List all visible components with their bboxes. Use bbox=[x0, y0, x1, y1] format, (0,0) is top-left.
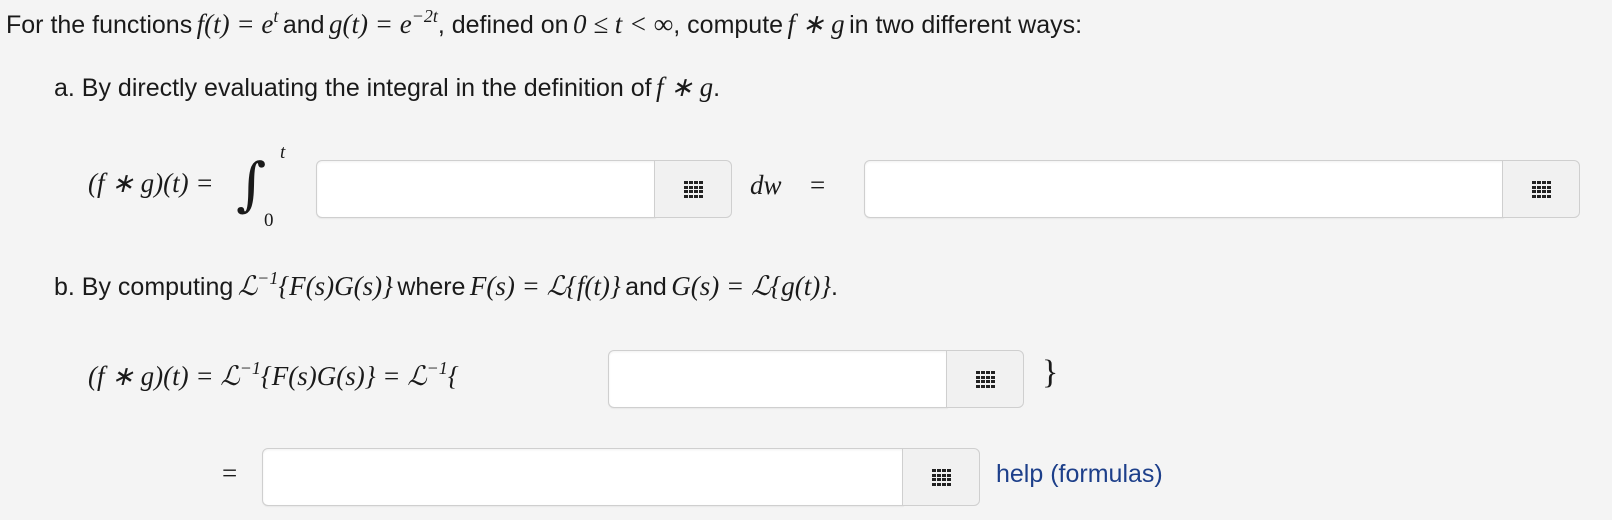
intro-tail: , compute bbox=[673, 11, 784, 39]
integral-result-palette-button[interactable] bbox=[1502, 160, 1580, 218]
close-brace: } bbox=[1042, 354, 1059, 391]
laplace-product-palette-button[interactable] bbox=[946, 350, 1024, 408]
part-b-text: b. By computing bbox=[54, 273, 234, 301]
dw-label: dw bbox=[750, 170, 782, 200]
intro-end: in two different ways: bbox=[849, 11, 1083, 39]
part-b-where: where bbox=[397, 273, 466, 301]
inverse-laplace-result-input[interactable] bbox=[262, 448, 904, 506]
domain-expression: 0 ≤ t < ∞ bbox=[572, 9, 674, 39]
part-b-inverse-laplace: ℒ−1{F(s)G(s)} bbox=[237, 268, 393, 301]
part-a-equals: = bbox=[810, 170, 826, 200]
laplace-product-input[interactable] bbox=[608, 350, 948, 408]
part-b-equals: = bbox=[222, 458, 238, 488]
part-a-lhs: (f ∗ g)(t) = bbox=[88, 168, 214, 198]
g-definition: g(t) = e−2t bbox=[329, 6, 438, 39]
intro-mid: , defined on bbox=[437, 11, 569, 39]
convolution-symbol: f ∗ g bbox=[787, 9, 845, 39]
integral-sign: ∫ bbox=[236, 150, 267, 218]
part-b-heading: b. By computing ℒ−1{F(s)G(s)} where F(s)… bbox=[54, 268, 838, 302]
intro-lead: For the functions bbox=[6, 11, 193, 39]
integral-upper-limit: t bbox=[280, 142, 286, 163]
intro-and: and bbox=[282, 11, 325, 39]
equation-palette-icon bbox=[976, 371, 995, 388]
equation-palette-icon bbox=[684, 181, 703, 198]
help-formulas-link[interactable]: help (formulas) bbox=[996, 460, 1163, 489]
part-a-period: . bbox=[713, 74, 721, 102]
part-b-and: and bbox=[625, 273, 667, 301]
problem-statement: For the functions f(t) = et and g(t) = e… bbox=[6, 6, 1082, 40]
part-a-text: a. By directly evaluating the integral i… bbox=[54, 74, 652, 102]
integrand-input[interactable] bbox=[316, 160, 656, 218]
part-b-lhs: (f ∗ g)(t) = ℒ−1{F(s)G(s)} = ℒ−1{ bbox=[88, 358, 459, 391]
integral-lower-limit: 0 bbox=[264, 210, 274, 231]
integral-result-input[interactable] bbox=[864, 160, 1504, 218]
part-b-period: . bbox=[831, 273, 838, 301]
integrand-palette-button[interactable] bbox=[654, 160, 732, 218]
G-definition: G(s) = ℒ{g(t)} bbox=[671, 271, 831, 301]
part-a-heading: a. By directly evaluating the integral i… bbox=[54, 72, 720, 103]
inverse-laplace-palette-button[interactable] bbox=[902, 448, 980, 506]
part-a-conv: f ∗ g bbox=[656, 72, 714, 102]
equation-palette-icon bbox=[932, 469, 951, 486]
f-definition: f(t) = et bbox=[196, 6, 279, 39]
equation-palette-icon bbox=[1532, 181, 1551, 198]
F-definition: F(s) = ℒ{f(t)} bbox=[469, 271, 621, 301]
